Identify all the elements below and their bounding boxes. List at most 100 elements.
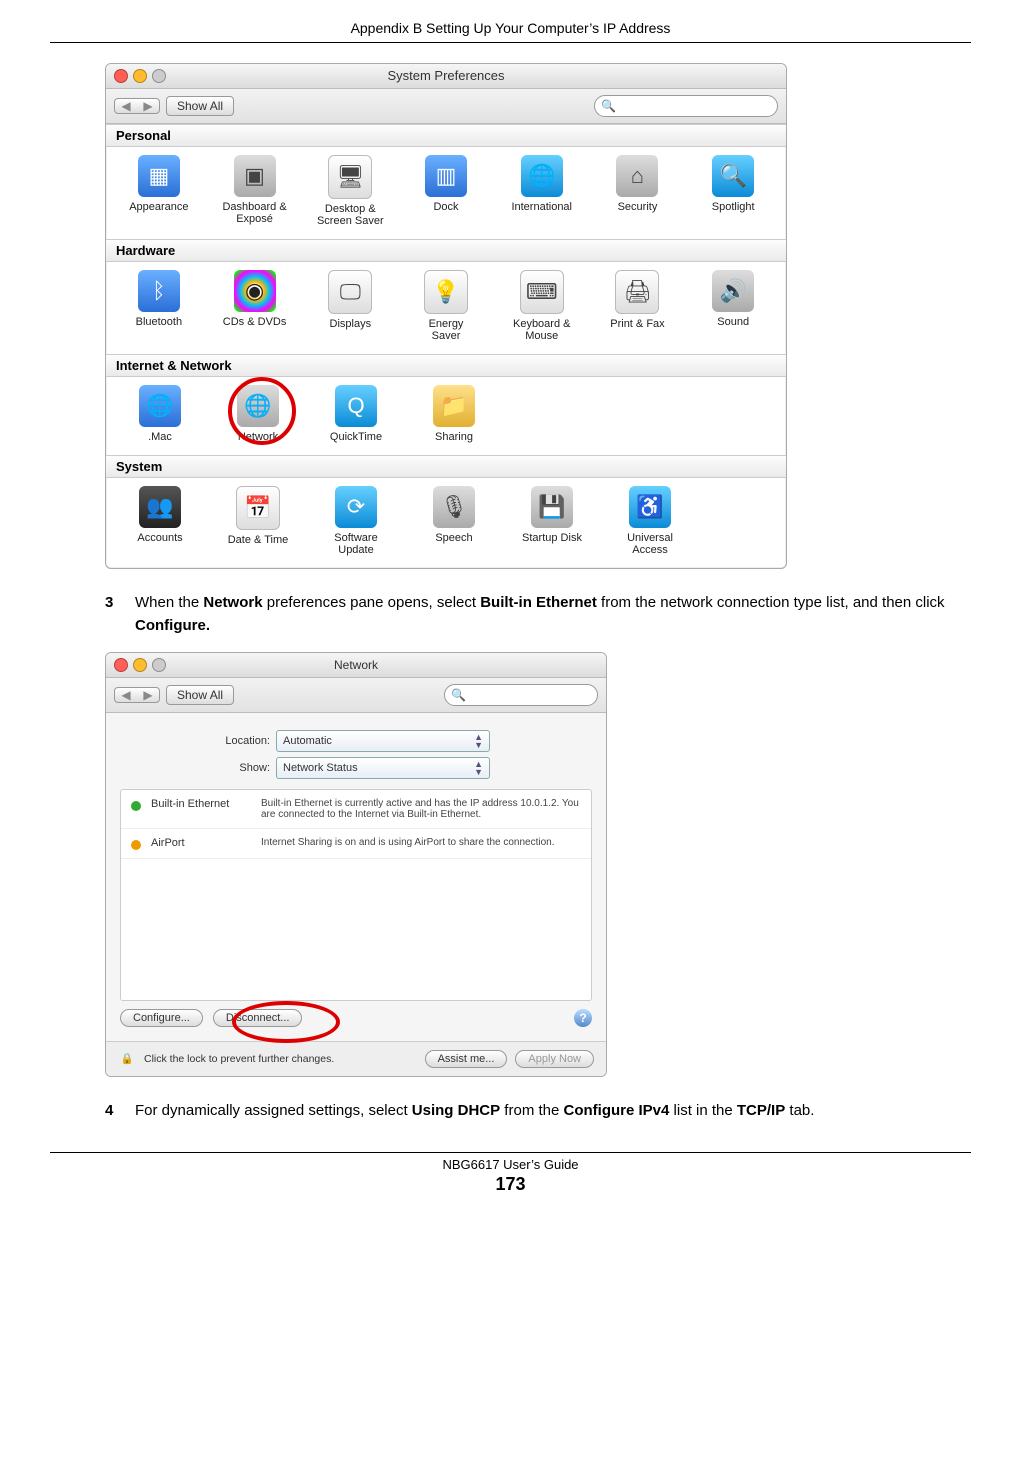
zoom-icon[interactable]: [152, 69, 166, 83]
pref-item-label: CDs & DVDs: [212, 316, 298, 328]
section-header: Hardware: [106, 239, 786, 262]
pref-item-label: Network: [214, 431, 302, 443]
t: list in the: [669, 1102, 737, 1119]
step-3-number: 3: [105, 591, 135, 638]
pref-item-sharing[interactable]: 📁Sharing: [410, 385, 498, 443]
dock-icon: ▥: [425, 155, 467, 197]
pref-item-label: Spotlight: [690, 201, 776, 213]
pref-item-international[interactable]: 🌐International: [499, 155, 585, 227]
close-icon[interactable]: [114, 658, 128, 672]
pref-item-label: UniversalAccess: [606, 532, 694, 556]
pref-item-appearance[interactable]: ▦Appearance: [116, 155, 202, 227]
disconnect-button[interactable]: Disconnect...: [213, 1009, 303, 1027]
pref-item-bluetooth[interactable]: ᛒBluetooth: [116, 270, 202, 342]
bluetooth-icon: ᛒ: [138, 270, 180, 312]
pref-item-label: Keyboard &Mouse: [499, 318, 585, 342]
syspref-title: System Preferences: [387, 68, 504, 83]
header-rule: [50, 42, 971, 43]
back-icon[interactable]: ◀: [115, 688, 137, 702]
search-icon: 🔍: [601, 99, 616, 113]
location-value: Automatic: [283, 735, 332, 747]
step-4-text: For dynamically assigned settings, selec…: [135, 1099, 971, 1122]
spotlight-icon: 🔍: [712, 155, 754, 197]
system-preferences-window: System Preferences ◀ ▶ Show All 🔍 Person…: [105, 63, 787, 569]
assist-me-button[interactable]: Assist me...: [425, 1050, 508, 1068]
pref-item-spotlight[interactable]: 🔍 Spotlight: [690, 155, 776, 227]
forward-icon[interactable]: ▶: [137, 99, 159, 113]
location-dropdown[interactable]: Automatic ▲▼: [276, 730, 490, 752]
pref-item-network[interactable]: 🌐 Network: [214, 385, 302, 443]
universal-access-icon: ♿: [629, 486, 671, 528]
international-icon: 🌐: [521, 155, 563, 197]
appendix-title: Appendix B Setting Up Your Computer’s IP…: [50, 20, 971, 42]
icon-row: 🌐.Mac🌐NetworkQQuickTime📁Sharing: [106, 377, 786, 455]
step-3-text: When the Network preferences pane opens,…: [135, 591, 971, 638]
pref-item-label: Accounts: [116, 532, 204, 544]
close-icon[interactable]: [114, 69, 128, 83]
-mac-icon: 🌐: [139, 385, 181, 427]
pref-item-cds-dvds[interactable]: ◉ CDs & DVDs: [212, 270, 298, 342]
pref-item-sound[interactable]: 🔊Sound: [690, 270, 776, 342]
status-name: AirPort: [141, 837, 261, 850]
t: from the: [500, 1102, 563, 1119]
help-icon[interactable]: ?: [574, 1009, 592, 1027]
syspref-titlebar: System Preferences: [106, 64, 786, 89]
show-dropdown[interactable]: Network Status ▲▼: [276, 757, 490, 779]
configure-row: Configure... Disconnect... ?: [120, 1009, 592, 1027]
network-icon: 🌐: [237, 385, 279, 427]
pref-item-displays[interactable]: 🖵Displays: [307, 270, 393, 342]
software-update-icon: ⟳: [335, 486, 377, 528]
t: Network: [203, 594, 262, 611]
search-input[interactable]: 🔍: [444, 684, 598, 706]
pref-item-label: Dock: [403, 201, 489, 213]
minimize-icon[interactable]: [133, 658, 147, 672]
pref-item--mac[interactable]: 🌐.Mac: [116, 385, 204, 443]
pref-item-label: Sharing: [410, 431, 498, 443]
accounts-icon: 👥: [139, 486, 181, 528]
show-label: Show:: [120, 762, 276, 774]
pref-item-security[interactable]: ⌂Security: [595, 155, 681, 227]
forward-icon[interactable]: ▶: [137, 688, 159, 702]
show-all-button[interactable]: Show All: [166, 96, 234, 116]
status-row[interactable]: Built-in EthernetBuilt-in Ethernet is cu…: [121, 790, 591, 829]
section-header: Personal: [106, 124, 786, 147]
cds-dvds-icon: ◉: [234, 270, 276, 312]
dashboard-expos--icon: ▣: [234, 155, 276, 197]
pref-item-energy-saver[interactable]: 💡EnergySaver: [403, 270, 489, 342]
pref-item-universal-access[interactable]: ♿ UniversalAccess: [606, 486, 694, 556]
desktop-screen-saver-icon: 🖥: [328, 155, 372, 199]
pref-item-software-update[interactable]: ⟳SoftwareUpdate: [312, 486, 400, 556]
configure-button[interactable]: Configure...: [120, 1009, 203, 1027]
pref-item-label: Startup Disk: [508, 532, 596, 544]
pref-item-date-time[interactable]: 📅 Date & Time: [214, 486, 302, 556]
window-controls[interactable]: [114, 69, 166, 83]
pref-item-quicktime[interactable]: QQuickTime: [312, 385, 400, 443]
footer-rule: [50, 1152, 971, 1153]
pref-item-keyboard-mouse[interactable]: ⌨Keyboard &Mouse: [499, 270, 585, 342]
pref-item-label: Date & Time: [214, 534, 302, 546]
pref-item-print-fax[interactable]: 🖨Print & Fax: [595, 270, 681, 342]
lock-row: 🔒 Click the lock to prevent further chan…: [106, 1041, 606, 1076]
pref-item-dashboard-expos-[interactable]: ▣Dashboard &Exposé: [212, 155, 298, 227]
minimize-icon[interactable]: [133, 69, 147, 83]
pref-item-dock[interactable]: ▥ Dock: [403, 155, 489, 227]
zoom-icon[interactable]: [152, 658, 166, 672]
back-icon[interactable]: ◀: [115, 99, 137, 113]
lock-text: Click the lock to prevent further change…: [144, 1053, 334, 1065]
apply-now-button: Apply Now: [515, 1050, 594, 1068]
nav-back-forward[interactable]: ◀ ▶: [114, 687, 160, 703]
status-row[interactable]: AirPortInternet Sharing is on and is usi…: [121, 829, 591, 859]
displays-icon: 🖵: [328, 270, 372, 314]
pref-item-speech[interactable]: 🎙Speech: [410, 486, 498, 556]
show-all-button[interactable]: Show All: [166, 685, 234, 705]
search-input[interactable]: 🔍: [594, 95, 778, 117]
lock-icon[interactable]: 🔒: [118, 1050, 136, 1068]
window-controls[interactable]: [114, 658, 166, 672]
pref-item-startup-disk[interactable]: 💾Startup Disk: [508, 486, 596, 556]
pref-item-desktop-screen-saver[interactable]: 🖥Desktop &Screen Saver: [307, 155, 393, 227]
date-time-icon: 📅: [236, 486, 280, 530]
icon-row: ᛒBluetooth ◉ CDs & DVDs 🖵Displays💡EnergySav…: [106, 262, 786, 354]
pref-item-accounts[interactable]: 👥 Accounts: [116, 486, 204, 556]
nav-back-forward[interactable]: ◀ ▶: [114, 98, 160, 114]
network-title: Network: [334, 658, 378, 672]
